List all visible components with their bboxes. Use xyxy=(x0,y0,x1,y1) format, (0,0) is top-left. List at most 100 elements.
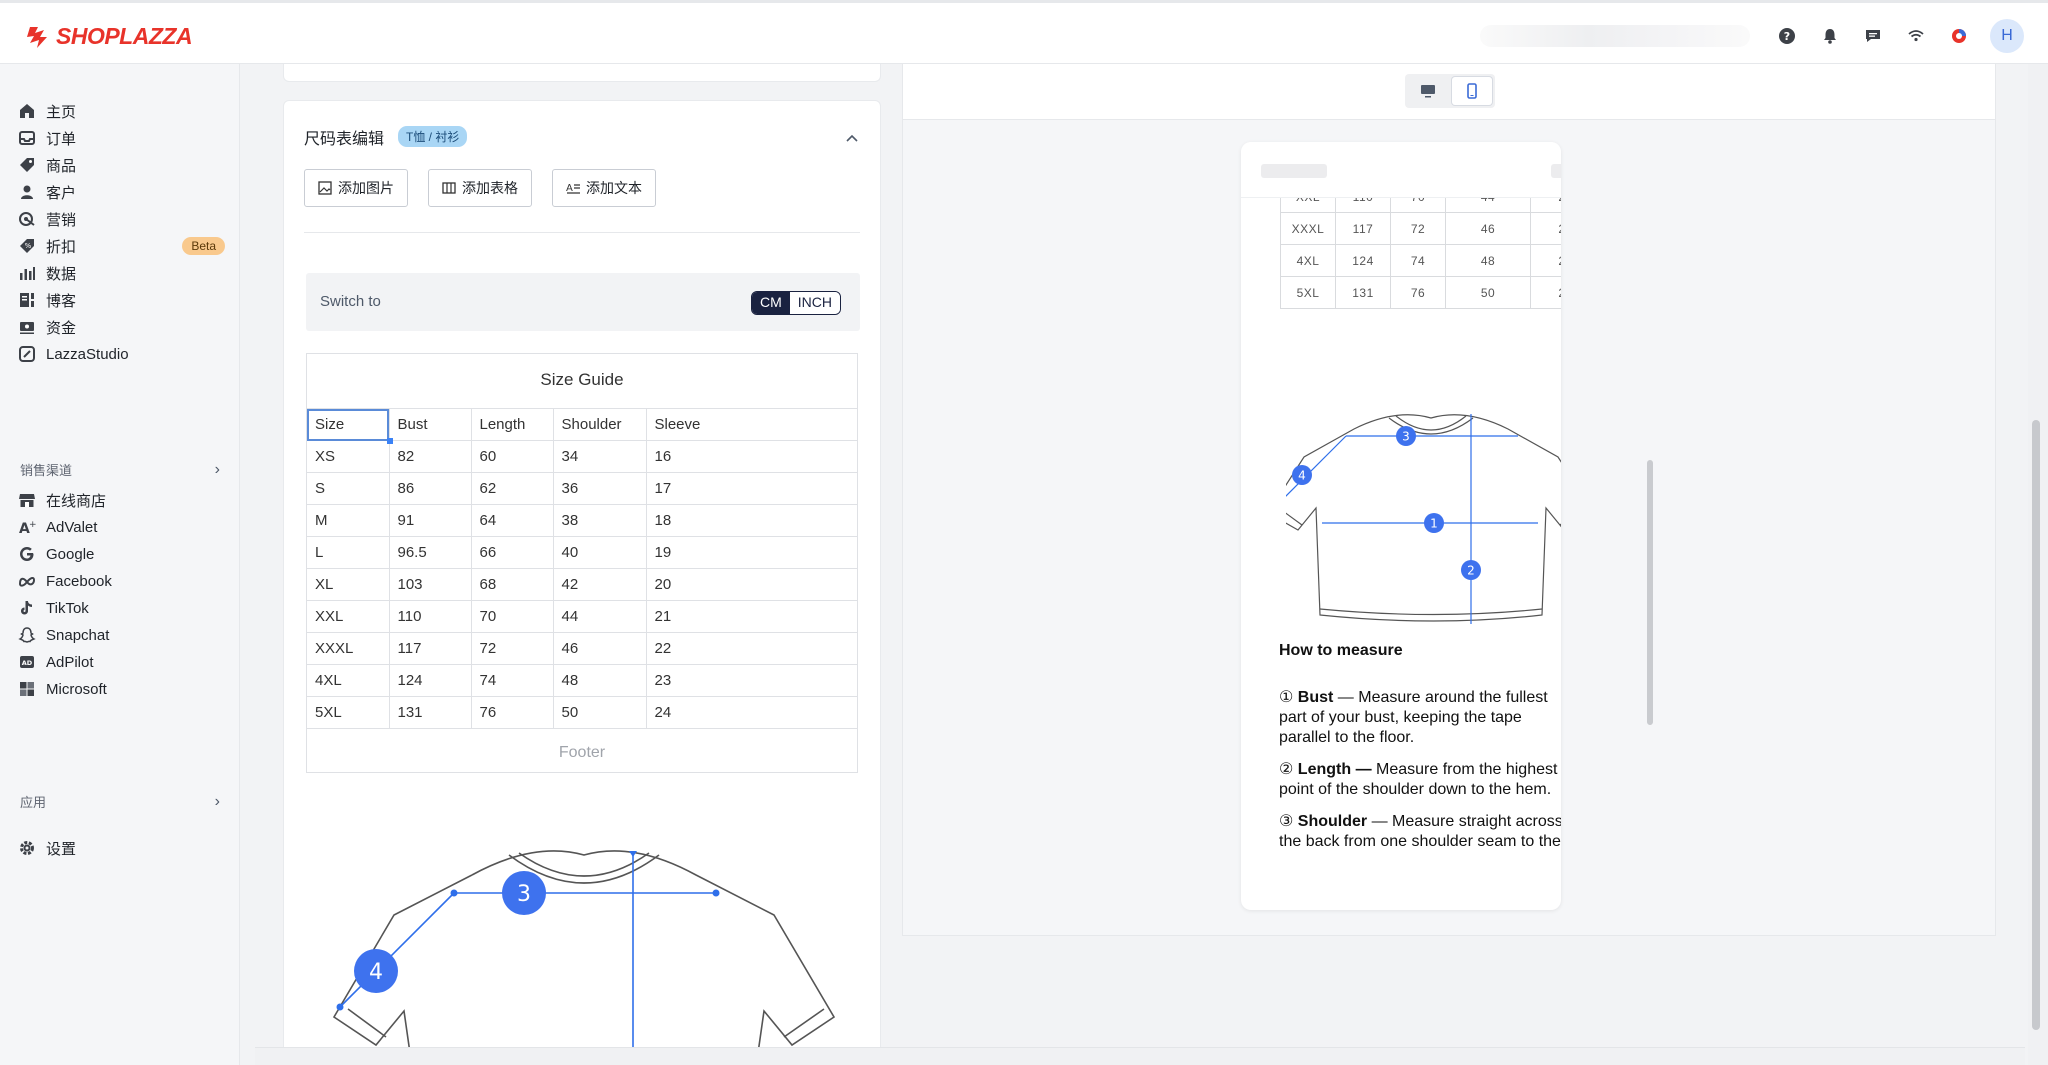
table-cell[interactable]: 96.5 xyxy=(388,536,472,569)
size-guide-title[interactable]: Size Guide xyxy=(307,370,857,390)
table-cell[interactable]: S xyxy=(307,472,390,505)
user-avatar[interactable]: H xyxy=(1990,19,2024,53)
table-cell[interactable]: 72 xyxy=(470,632,554,665)
sidebar-item-marketing[interactable]: 营销 xyxy=(18,205,218,233)
table-cell[interactable]: L xyxy=(307,536,390,569)
table-cell[interactable]: 19 xyxy=(645,536,857,569)
sidebar-item-lazzastudio[interactable]: LazzaStudio xyxy=(18,340,218,368)
sidebar-item-customers[interactable]: 客户 xyxy=(18,178,218,206)
table-cell[interactable]: 42 xyxy=(552,568,647,601)
table-cell: 5XL xyxy=(1280,276,1336,309)
table-header-cell[interactable]: Length xyxy=(470,408,554,441)
table-cell[interactable]: 24 xyxy=(645,696,857,729)
sidebar-item-advalet[interactable]: A + AdValet xyxy=(18,513,218,541)
preview-tshirt-diagram: 3 4 1 2 xyxy=(1286,414,1561,624)
table-cell[interactable]: 5XL xyxy=(307,696,390,729)
sidebar-item-microsoft[interactable]: Microsoft xyxy=(18,675,218,703)
cell-resize-handle[interactable] xyxy=(386,438,393,444)
table-cell[interactable]: 110 xyxy=(388,600,472,633)
table-cell[interactable]: 34 xyxy=(552,440,647,473)
table-cell[interactable]: 82 xyxy=(388,440,472,473)
table-cell[interactable]: 68 xyxy=(470,568,554,601)
sidebar-item-settings[interactable]: 设置 xyxy=(18,834,218,862)
table-cell[interactable]: 16 xyxy=(645,440,857,473)
shoplazza-logo[interactable]: SHOPLAZZA xyxy=(24,23,193,50)
sidebar-item-adpilot[interactable]: AD AdPilot xyxy=(18,648,218,676)
table-cell[interactable]: 50 xyxy=(552,696,647,729)
table-cell[interactable]: 64 xyxy=(470,504,554,537)
add-image-button[interactable]: 添加图片 xyxy=(304,169,408,207)
table-cell[interactable]: 60 xyxy=(470,440,554,473)
sales-channels-header[interactable]: 销售渠道 › xyxy=(20,460,220,479)
wifi-icon[interactable] xyxy=(1904,24,1928,48)
collapse-chevron-icon[interactable] xyxy=(846,129,858,147)
table-cell[interactable]: 62 xyxy=(470,472,554,505)
svg-text:3: 3 xyxy=(517,882,531,907)
add-text-button[interactable]: A 添加文本 xyxy=(552,169,656,207)
table-cell[interactable]: M xyxy=(307,504,390,537)
sidebar-item-products[interactable]: 商品 xyxy=(18,151,218,179)
table-header-cell[interactable]: Bust xyxy=(388,408,472,441)
table-cell[interactable]: XL xyxy=(307,568,390,601)
device-toggle xyxy=(1405,74,1495,108)
sidebar-item-discounts[interactable]: % 折扣 Beta xyxy=(18,232,225,260)
apps-header[interactable]: 应用 › xyxy=(20,792,220,811)
sidebar-item-google[interactable]: Google xyxy=(18,540,218,568)
table-cell[interactable]: 91 xyxy=(388,504,472,537)
table-cell[interactable]: 131 xyxy=(388,696,472,729)
add-table-button[interactable]: 添加表格 xyxy=(428,169,532,207)
sidebar-item-snapchat[interactable]: Snapchat xyxy=(18,621,218,649)
table-cell[interactable]: 74 xyxy=(470,664,554,697)
sidebar-item-blog[interactable]: 博客 xyxy=(18,286,218,314)
unit-toggle[interactable]: CM INCH xyxy=(751,291,842,315)
unit-inch-option[interactable]: INCH xyxy=(789,292,841,314)
table-cell[interactable]: 103 xyxy=(388,568,472,601)
table-cell[interactable]: 124 xyxy=(388,664,472,697)
table-header-cell[interactable]: Shoulder xyxy=(552,408,647,441)
unit-cm-option[interactable]: CM xyxy=(752,292,790,314)
store-switcher[interactable] xyxy=(1480,25,1750,47)
table-cell[interactable]: 76 xyxy=(470,696,554,729)
table-header-cell[interactable]: Size xyxy=(307,408,393,444)
page-scrollbar[interactable] xyxy=(2032,420,2040,1030)
preview-scrollbar[interactable] xyxy=(1647,460,1653,725)
help-icon[interactable]: ? xyxy=(1775,24,1799,48)
table-cell[interactable]: XXL xyxy=(307,600,390,633)
table-cell[interactable]: 17 xyxy=(645,472,857,505)
horizontal-scrollbar[interactable] xyxy=(255,1047,2025,1065)
bell-icon[interactable] xyxy=(1818,24,1842,48)
table-cell[interactable]: 21 xyxy=(645,600,857,633)
table-cell[interactable]: 117 xyxy=(388,632,472,665)
table-cell[interactable]: 46 xyxy=(552,632,647,665)
table-footer[interactable]: Footer xyxy=(307,744,857,762)
table-cell[interactable]: 44 xyxy=(552,600,647,633)
sidebar-item-orders[interactable]: 订单 xyxy=(18,124,218,152)
table-cell[interactable]: 18 xyxy=(645,504,857,537)
sidebar-item-label: 商品 xyxy=(46,157,77,175)
table-cell[interactable]: 38 xyxy=(552,504,647,537)
table-cell[interactable]: 86 xyxy=(388,472,472,505)
sidebar-item-online-store[interactable]: 在线商店 xyxy=(18,486,218,514)
app-switch-icon[interactable] xyxy=(1947,24,1971,48)
chat-icon[interactable] xyxy=(1861,24,1885,48)
table-cell[interactable]: 66 xyxy=(470,536,554,569)
table-cell[interactable]: XXXL xyxy=(307,632,390,665)
sidebar-item-facebook[interactable]: Facebook xyxy=(18,567,218,595)
desktop-view-button[interactable] xyxy=(1408,77,1448,105)
table-cell[interactable]: XS xyxy=(307,440,390,473)
table-cell[interactable]: 20 xyxy=(645,568,857,601)
sidebar-item-home[interactable]: 主页 xyxy=(18,97,218,125)
table-cell[interactable]: 4XL xyxy=(307,664,390,697)
sidebar-item-tiktok[interactable]: TikTok xyxy=(18,594,218,622)
mobile-view-button[interactable] xyxy=(1452,77,1492,105)
table-cell[interactable]: 23 xyxy=(645,664,857,697)
sidebar-item-analytics[interactable]: 数据 xyxy=(18,259,218,287)
table-header-cell[interactable]: Sleeve xyxy=(645,408,857,441)
user-icon xyxy=(21,185,33,199)
table-cell[interactable]: 40 xyxy=(552,536,647,569)
sidebar-item-finance[interactable]: 资金 xyxy=(18,313,218,341)
table-cell[interactable]: 48 xyxy=(552,664,647,697)
table-cell[interactable]: 36 xyxy=(552,472,647,505)
table-cell[interactable]: 70 xyxy=(470,600,554,633)
table-cell[interactable]: 22 xyxy=(645,632,857,665)
